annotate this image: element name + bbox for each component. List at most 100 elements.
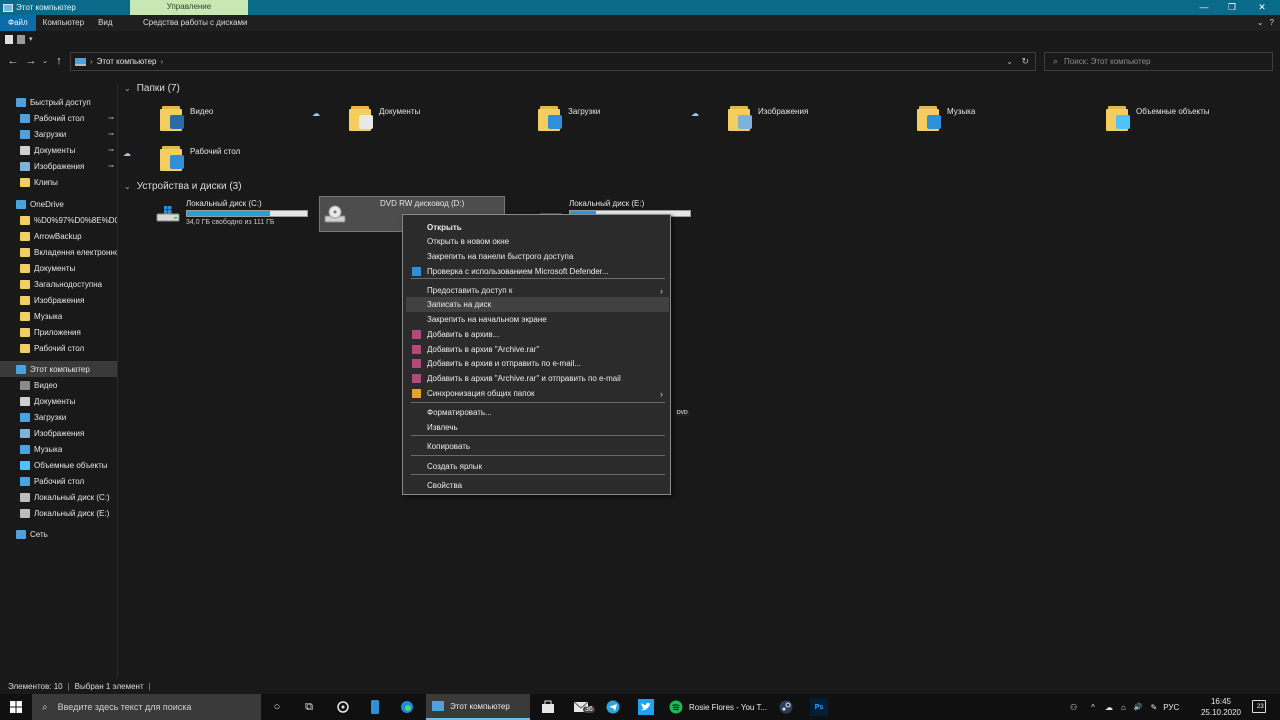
back-button[interactable]: ←	[4, 55, 22, 67]
sidebar-item[interactable]: ArrowBackup	[0, 228, 117, 244]
telegram-icon[interactable]	[604, 698, 622, 716]
network-icon[interactable]: ⌂	[1121, 703, 1126, 712]
sidebar-item[interactable]: Клипы	[0, 174, 117, 190]
context-menu-item[interactable]: Добавить в архив и отправить по e-mail..…	[406, 356, 669, 371]
cortana-icon[interactable]: ○	[268, 698, 286, 716]
sidebar-item[interactable]: Документы	[0, 393, 117, 409]
refresh-button[interactable]: ↻	[1021, 56, 1029, 67]
folder-item[interactable]: Загрузки	[538, 103, 698, 139]
folders-section-header[interactable]: ⌄ Папки (7)	[124, 83, 180, 94]
sidebar-item[interactable]: Приложения	[0, 324, 117, 340]
breadcrumb-this-pc[interactable]: Этот компьютер	[97, 57, 157, 66]
sidebar-item[interactable]: Локальный диск (E:)	[0, 505, 117, 521]
task-view-icon[interactable]: ⧉	[300, 698, 318, 716]
context-menu-item[interactable]: Открыть	[406, 220, 669, 235]
sidebar-item[interactable]: %D0%97%D0%8E%D0%9	[0, 212, 117, 228]
folder-item[interactable]: Объемные объекты	[1106, 103, 1266, 139]
context-menu-item[interactable]: Добавить в архив "Archive.rar"	[406, 342, 669, 357]
sidebar-item[interactable]: OneDrive	[0, 196, 117, 212]
minimize-button[interactable]: —	[1192, 0, 1216, 15]
context-menu-item[interactable]: Проверка с использованием Microsoft Defe…	[406, 264, 669, 279]
onedrive-tray-icon[interactable]: ☁	[1105, 703, 1113, 712]
taskbar-search-box[interactable]: ⌕ Введите здесь текст для поиска	[32, 694, 261, 720]
context-menu-item[interactable]: Извлечь	[406, 420, 669, 435]
context-menu-item[interactable]: Закрепить на панели быстрого доступа	[406, 249, 669, 264]
sidebar-item[interactable]: Локальный диск (C:)	[0, 489, 117, 505]
ribbon-expand-button[interactable]: ⌄	[1257, 18, 1264, 27]
breadcrumb-separator[interactable]: ›	[161, 57, 164, 66]
sidebar-item[interactable]: Объемные объекты	[0, 457, 117, 473]
sidebar-item[interactable]: Рабочий стол ⊸	[0, 110, 117, 126]
sidebar-item[interactable]: Вкладення електронно	[0, 244, 117, 260]
recent-locations-button[interactable]: ⌄	[40, 57, 50, 65]
sidebar-item[interactable]: Загрузки ⊸	[0, 126, 117, 142]
forward-button[interactable]: →	[22, 55, 40, 67]
folder-item[interactable]: Видео	[160, 103, 320, 139]
customize-toolbar-button[interactable]: ▾	[29, 35, 33, 43]
search-input[interactable]	[1064, 57, 1265, 66]
sidebar-item[interactable]: Музыка	[0, 308, 117, 324]
photoshop-icon[interactable]: Ps	[810, 698, 828, 716]
properties-icon[interactable]	[5, 34, 13, 44]
folder-item[interactable]: Рабочий стол ☁	[123, 143, 320, 179]
context-menu-item[interactable]: Добавить в архив "Archive.rar" и отправи…	[406, 371, 669, 386]
steam-icon[interactable]	[777, 698, 795, 716]
people-icon[interactable]: ⚇	[1070, 703, 1077, 712]
sidebar-item[interactable]: Видео	[0, 377, 117, 393]
phone-app-icon[interactable]	[366, 698, 384, 716]
sidebar-item[interactable]: Сеть	[0, 526, 117, 542]
sidebar-item[interactable]: Рабочий стол	[0, 473, 117, 489]
sidebar-item[interactable]: Музыка	[0, 441, 117, 457]
context-menu-item[interactable]: Открыть в новом окне	[406, 234, 669, 249]
context-menu-item[interactable]: Записать на диск	[406, 297, 669, 312]
maximize-button[interactable]: ❐	[1220, 0, 1244, 15]
sidebar-item[interactable]: Изображения ⊸	[0, 158, 117, 174]
sidebar-item[interactable]: Загрузки	[0, 409, 117, 425]
sidebar-item[interactable]: Изображения	[0, 292, 117, 308]
start-button[interactable]	[0, 694, 32, 720]
pen-icon[interactable]: ✎	[1151, 703, 1158, 712]
taskbar-spotify[interactable]: Rosie Flores - You T...	[664, 694, 776, 720]
sidebar-item[interactable]: Рабочий стол	[0, 340, 117, 356]
app-icon[interactable]	[334, 698, 352, 716]
language-indicator[interactable]: РУС	[1163, 703, 1179, 712]
edge-icon[interactable]	[398, 698, 416, 716]
tab-drive-tools[interactable]: Средства работы с дисками	[136, 15, 255, 31]
up-button[interactable]: ↑	[50, 55, 68, 67]
search-box[interactable]: ⌕	[1044, 52, 1273, 71]
context-menu-item[interactable]: Предоставить доступ к ›	[406, 283, 669, 298]
help-button[interactable]: ?	[1270, 18, 1274, 27]
sidebar-item[interactable]: Изображения	[0, 425, 117, 441]
taskbar-explorer[interactable]: Этот компьютер	[426, 694, 530, 720]
address-bar[interactable]: › Этот компьютер › ⌄ ↻	[70, 52, 1036, 71]
sidebar-item[interactable]: Документы ⊸	[0, 142, 117, 158]
folder-item[interactable]: Документы ☁	[312, 103, 509, 139]
volume-icon[interactable]: 🔊	[1134, 703, 1143, 711]
manage-tab[interactable]: Управление	[130, 0, 248, 15]
store-icon[interactable]	[539, 698, 557, 716]
folder-item[interactable]: Изображения ☁	[691, 103, 888, 139]
context-menu-item[interactable]: Свойства	[406, 478, 669, 493]
new-folder-icon[interactable]	[17, 34, 25, 44]
context-menu-item[interactable]: Копировать	[406, 439, 669, 454]
sidebar-item[interactable]: Этот компьютер	[0, 361, 117, 377]
clock[interactable]: 16:45 25.10.2020	[1198, 696, 1244, 718]
close-button[interactable]: ✕	[1250, 0, 1274, 15]
folder-item[interactable]: Музыка	[917, 103, 1077, 139]
context-menu-item[interactable]: Создать ярлык	[406, 459, 669, 474]
context-menu-item[interactable]: Синхронизация общих папок ›	[406, 386, 669, 401]
tray-chevron-icon[interactable]: ^	[1091, 703, 1095, 712]
context-menu-item[interactable]: Форматировать...	[406, 405, 669, 420]
context-menu-item[interactable]: Добавить в архив...	[406, 327, 669, 342]
tab-computer[interactable]: Компьютер	[36, 15, 91, 31]
drive-c[interactable]: Локальный диск (C:) 34,0 ГБ свободно из …	[152, 197, 317, 233]
sidebar-item[interactable]: Документы	[0, 260, 117, 276]
address-dropdown-button[interactable]: ⌄	[1006, 57, 1013, 66]
devices-section-header[interactable]: ⌄ Устройства и диски (3)	[124, 181, 242, 192]
sidebar-item[interactable]: Быстрый доступ	[0, 94, 117, 110]
sidebar-item[interactable]: Загальнодоступна	[0, 276, 117, 292]
twitter-icon[interactable]	[637, 698, 655, 716]
tab-file[interactable]: Файл	[0, 15, 36, 31]
tab-view[interactable]: Вид	[91, 15, 119, 31]
context-menu-item[interactable]: Закрепить на начальном экране	[406, 312, 669, 327]
